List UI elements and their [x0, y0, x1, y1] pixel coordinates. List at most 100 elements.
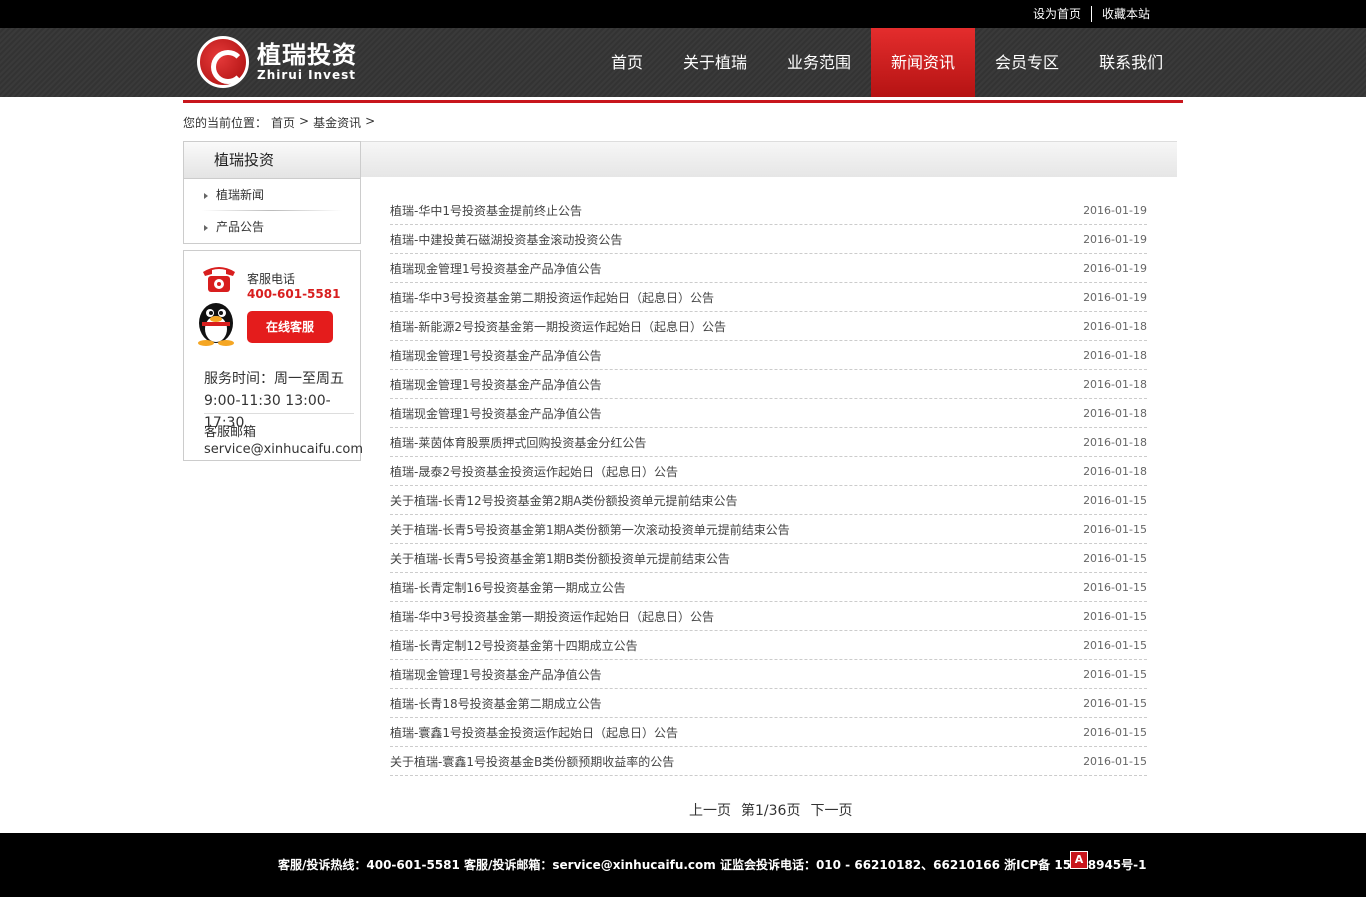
- logo-icon: [197, 36, 249, 88]
- sidebar-item-label: 植瑞新闻: [216, 188, 265, 202]
- page-info: 第1/36页: [741, 803, 801, 819]
- list-item[interactable]: 植瑞现金管理1号投资基金产品净值公告 2016-01-18: [390, 341, 1147, 370]
- service-phone-label: 客服电话: [247, 272, 296, 286]
- sidebar-title: 植瑞投资: [184, 142, 360, 179]
- content-header-bar: [361, 141, 1177, 177]
- nav-news[interactable]: 新闻资讯: [871, 28, 976, 97]
- list-item[interactable]: 植瑞-中建投黄石磁湖投资基金滚动投资公告 2016-01-19: [390, 225, 1147, 254]
- news-date: 2016-01-18: [1083, 377, 1147, 391]
- next-page-link[interactable]: 下一页: [810, 800, 852, 820]
- news-title-link[interactable]: 关于植瑞-长青12号投资基金第2期A类份额投资单元提前结束公告: [390, 492, 737, 509]
- news-title-link[interactable]: 植瑞-长青定制16号投资基金第一期成立公告: [390, 579, 626, 596]
- bookmark-link[interactable]: 收藏本站: [1092, 0, 1160, 28]
- sidebar-item-announcements[interactable]: 产品公告: [184, 211, 360, 243]
- top-links: 设为首页 收藏本站: [1023, 0, 1160, 28]
- news-date: 2016-01-15: [1083, 609, 1147, 623]
- main-nav: 首页 关于植瑞 业务范围 新闻资讯 会员专区 联系我们: [591, 28, 1183, 97]
- list-item[interactable]: 植瑞-华中3号投资基金第二期投资运作起始日（起息日）公告 2016-01-19: [390, 283, 1147, 312]
- list-item[interactable]: 植瑞-华中1号投资基金提前终止公告 2016-01-19: [390, 196, 1147, 225]
- online-service-button[interactable]: 在线客服: [247, 311, 333, 343]
- news-date: 2016-01-15: [1083, 754, 1147, 768]
- list-item[interactable]: 关于植瑞-长青12号投资基金第2期A类份额投资单元提前结束公告 2016-01-1…: [390, 486, 1147, 515]
- breadcrumb-sep: >: [299, 114, 310, 128]
- pagination: 上一页 第1/36页 下一页: [689, 800, 852, 820]
- footer: 客服/投诉热线：400-601-5581 客服/投诉邮箱：service@xin…: [0, 833, 1366, 897]
- news-title-link[interactable]: 植瑞-寰鑫1号投资基金投资运作起始日（起息日）公告: [390, 724, 678, 741]
- list-item[interactable]: 植瑞现金管理1号投资基金产品净值公告 2016-01-19: [390, 254, 1147, 283]
- service-divider: [204, 413, 354, 414]
- list-item[interactable]: 植瑞-寰鑫1号投资基金投资运作起始日（起息日）公告 2016-01-15: [390, 718, 1147, 747]
- news-date: 2016-01-15: [1083, 667, 1147, 681]
- top-bar: 设为首页 收藏本站: [0, 0, 1366, 28]
- list-item[interactable]: 植瑞-长青定制16号投资基金第一期成立公告 2016-01-15: [390, 573, 1147, 602]
- certification-badge-icon[interactable]: A: [1070, 851, 1088, 869]
- nav-business[interactable]: 业务范围: [767, 28, 871, 97]
- list-item[interactable]: 植瑞-莱茵体育股票质押式回购投资基金分红公告 2016-01-18: [390, 428, 1147, 457]
- news-date: 2016-01-15: [1083, 493, 1147, 507]
- list-item[interactable]: 关于植瑞-长青5号投资基金第1期A类份额第一次滚动投资单元提前结束公告 2016-…: [390, 515, 1147, 544]
- header-divider: [183, 100, 1183, 103]
- breadcrumb-sep: >: [365, 114, 376, 128]
- breadcrumb-section[interactable]: 基金资讯: [313, 114, 361, 131]
- list-item[interactable]: 关于植瑞-长青5号投资基金第1期B类份额投资单元提前结束公告 2016-01-15: [390, 544, 1147, 573]
- news-date: 2016-01-19: [1083, 232, 1147, 246]
- news-title-link[interactable]: 植瑞现金管理1号投资基金产品净值公告: [390, 376, 602, 393]
- news-title-link[interactable]: 关于植瑞-长青5号投资基金第1期B类份额投资单元提前结束公告: [390, 550, 730, 567]
- news-date: 2016-01-19: [1083, 261, 1147, 275]
- nav-contact[interactable]: 联系我们: [1079, 28, 1183, 97]
- service-mail-label: 客服邮箱: [204, 425, 257, 440]
- breadcrumb-home[interactable]: 首页: [271, 114, 295, 131]
- logo-en-text: Zhirui Invest: [257, 68, 356, 82]
- logo-cn-text: 植瑞投资: [257, 41, 357, 69]
- news-title-link[interactable]: 植瑞-中建投黄石磁湖投资基金滚动投资公告: [390, 231, 622, 248]
- customer-service-box: 客服电话 400-601-5581 在线客服 服务时间：周一至周五 9:00-1…: [183, 250, 363, 461]
- list-item[interactable]: 植瑞-长青18号投资基金第二期成立公告 2016-01-15: [390, 689, 1147, 718]
- news-date: 2016-01-15: [1083, 725, 1147, 739]
- sidebar-item-news[interactable]: 植瑞新闻: [184, 179, 360, 211]
- news-title-link[interactable]: 关于植瑞-长青5号投资基金第1期A类份额第一次滚动投资单元提前结束公告: [390, 521, 790, 538]
- footer-contact-text: 客服/投诉热线：400-601-5581 客服/投诉邮箱：service@xin…: [278, 858, 1147, 872]
- news-title-link[interactable]: 植瑞-长青18号投资基金第二期成立公告: [390, 695, 602, 712]
- news-title-link[interactable]: 植瑞-华中3号投资基金第一期投资运作起始日（起息日）公告: [390, 608, 714, 625]
- news-title-link[interactable]: 植瑞-长青定制12号投资基金第十四期成立公告: [390, 637, 638, 654]
- news-title-link[interactable]: 植瑞现金管理1号投资基金产品净值公告: [390, 666, 602, 683]
- list-item[interactable]: 植瑞-晟泰2号投资基金投资运作起始日（起息日）公告 2016-01-18: [390, 457, 1147, 486]
- list-item[interactable]: 植瑞-华中3号投资基金第一期投资运作起始日（起息日）公告 2016-01-15: [390, 602, 1147, 631]
- breadcrumb-prefix: 您的当前位置：: [183, 116, 268, 130]
- news-title-link[interactable]: 植瑞现金管理1号投资基金产品净值公告: [390, 260, 602, 277]
- news-list: 植瑞-华中1号投资基金提前终止公告 2016-01-19 植瑞-中建投黄石磁湖投资基…: [390, 196, 1147, 776]
- list-item[interactable]: 植瑞现金管理1号投资基金产品净值公告 2016-01-15: [390, 660, 1147, 689]
- arrow-right-icon: [204, 192, 208, 199]
- nav-about[interactable]: 关于植瑞: [663, 28, 767, 97]
- news-title-link[interactable]: 植瑞-莱茵体育股票质押式回购投资基金分红公告: [390, 434, 646, 451]
- set-homepage-link[interactable]: 设为首页: [1023, 0, 1091, 28]
- news-title-link[interactable]: 植瑞现金管理1号投资基金产品净值公告: [390, 347, 602, 364]
- breadcrumb: 您的当前位置： 首页 > 基金资讯 >: [183, 114, 375, 131]
- logo[interactable]: 植瑞投资 Zhirui Invest: [197, 36, 357, 88]
- list-item[interactable]: 植瑞-长青定制12号投资基金第十四期成立公告 2016-01-15: [390, 631, 1147, 660]
- qq-penguin-icon: [198, 303, 234, 346]
- list-item[interactable]: 植瑞现金管理1号投资基金产品净值公告 2016-01-18: [390, 399, 1147, 428]
- sidebar-menu: 植瑞投资 植瑞新闻 产品公告: [183, 141, 361, 244]
- nav-members[interactable]: 会员专区: [975, 28, 1079, 97]
- list-item[interactable]: 植瑞-新能源2号投资基金第一期投资运作起始日（起息日）公告 2016-01-18: [390, 312, 1147, 341]
- news-date: 2016-01-15: [1083, 696, 1147, 710]
- nav-home[interactable]: 首页: [591, 28, 663, 97]
- news-title-link[interactable]: 关于植瑞-寰鑫1号投资基金B类份额预期收益率的公告: [390, 753, 674, 770]
- prev-page-link[interactable]: 上一页: [689, 800, 731, 820]
- news-date: 2016-01-15: [1083, 522, 1147, 536]
- news-title-link[interactable]: 植瑞-华中3号投资基金第二期投资运作起始日（起息日）公告: [390, 289, 714, 306]
- service-mail[interactable]: service@xinhucaifu.com: [204, 442, 363, 457]
- sidebar-item-label: 产品公告: [216, 220, 265, 234]
- news-date: 2016-01-18: [1083, 406, 1147, 420]
- news-title-link[interactable]: 植瑞现金管理1号投资基金产品净值公告: [390, 405, 602, 422]
- list-item[interactable]: 植瑞现金管理1号投资基金产品净值公告 2016-01-18: [390, 370, 1147, 399]
- list-item[interactable]: 关于植瑞-寰鑫1号投资基金B类份额预期收益率的公告 2016-01-15: [390, 747, 1147, 776]
- news-date: 2016-01-18: [1083, 348, 1147, 362]
- news-date: 2016-01-18: [1083, 319, 1147, 333]
- news-title-link[interactable]: 植瑞-新能源2号投资基金第一期投资运作起始日（起息日）公告: [390, 318, 726, 335]
- news-date: 2016-01-15: [1083, 551, 1147, 565]
- news-date: 2016-01-18: [1083, 435, 1147, 449]
- news-title-link[interactable]: 植瑞-华中1号投资基金提前终止公告: [390, 202, 582, 219]
- news-title-link[interactable]: 植瑞-晟泰2号投资基金投资运作起始日（起息日）公告: [390, 463, 678, 480]
